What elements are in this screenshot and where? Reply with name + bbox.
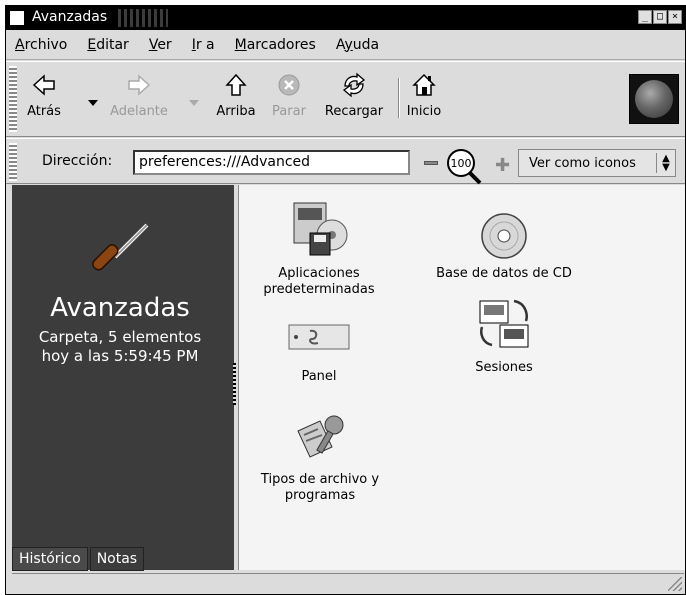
up-button[interactable]: Arriba <box>211 68 261 119</box>
location-bar: Dirección: preferences:///Advanced 100 ✚… <box>6 138 685 186</box>
icon-view: Aplicaciones predeterminadas Base de dat… <box>238 185 685 570</box>
default-applications-icon <box>249 197 389 261</box>
sidebar-info-line2: hoy a las 5:59:45 PM <box>41 347 199 365</box>
zoom-out-icon[interactable] <box>424 161 438 165</box>
menu-bar: Archivo Editar Ver Ir a Marcadores Ayuda <box>6 30 685 60</box>
menu-ir-a[interactable]: Ir a <box>189 35 218 55</box>
menu-ver[interactable]: Ver <box>146 35 175 55</box>
toolbar-separator <box>398 78 400 118</box>
maximize-icon[interactable]: □ <box>653 10 667 24</box>
file-item[interactable]: Aplicaciones predeterminadas <box>249 197 389 298</box>
stop-icon <box>266 68 312 102</box>
file-item[interactable]: Sesiones <box>454 291 554 376</box>
menu-marcadores[interactable]: Marcadores <box>232 35 319 55</box>
file-label-line1: Aplicaciones <box>278 266 360 281</box>
zoom-level-value: 100 <box>451 157 472 170</box>
sidebar-title: Avanzadas <box>50 293 190 323</box>
location-label: Dirección: <box>42 153 113 169</box>
screwdriver-icon <box>92 223 149 271</box>
zoom-in-icon[interactable]: ✚ <box>495 155 510 176</box>
file-label-line1: Tipos de archivo y <box>260 472 380 487</box>
sidebar: Avanzadas Carpeta, 5 elementos hoy a las… <box>12 185 234 570</box>
minimize-icon[interactable]: _ <box>638 10 652 24</box>
forward-arrow-icon <box>106 68 172 102</box>
home-button[interactable]: Inicio <box>404 68 444 119</box>
back-history-dropdown-icon[interactable] <box>88 100 98 106</box>
file-label-line1: Panel <box>301 369 337 384</box>
up-label: Arriba <box>216 104 256 119</box>
file-label-line2: programas <box>284 488 356 503</box>
toolbar: Atrás Adelante Arriba Parar Recargar Ini… <box>6 61 685 137</box>
toolbar-grip[interactable] <box>9 66 17 132</box>
file-item[interactable]: Tipos de archivo y programas <box>247 403 393 504</box>
sidebar-info-line1: Carpeta, 5 elementos <box>38 328 202 346</box>
forward-label: Adelante <box>110 104 168 119</box>
select-arrows-icon: ▲ ▼ <box>662 153 670 173</box>
stop-button[interactable]: Parar <box>266 68 312 119</box>
window-title: Avanzadas <box>32 9 108 25</box>
location-bar-grip[interactable] <box>9 143 17 181</box>
tab-historico[interactable]: Histórico <box>12 547 88 571</box>
up-arrow-icon <box>211 68 261 102</box>
reload-button[interactable]: Recargar <box>318 68 390 119</box>
forward-button[interactable]: Adelante <box>106 68 172 119</box>
view-as-value: Ver como iconos <box>529 155 636 171</box>
back-arrow-icon <box>24 68 64 102</box>
stop-label: Parar <box>272 104 306 119</box>
title-decoration <box>118 9 168 27</box>
zoom-level-icon[interactable]: 100 <box>443 146 483 186</box>
menu-ayuda[interactable]: Ayuda <box>333 35 382 55</box>
sidebar-resize-handle[interactable] <box>233 363 236 405</box>
tab-notas[interactable]: Notas <box>89 547 145 571</box>
back-label: Atrás <box>27 104 61 119</box>
panel-icon <box>269 291 369 355</box>
cd-database-icon <box>419 197 589 261</box>
status-bar <box>12 573 684 593</box>
window-menu-icon[interactable] <box>10 11 24 25</box>
menu-archivo[interactable]: Archivo <box>12 35 70 55</box>
home-icon <box>404 68 444 102</box>
reload-icon <box>318 68 390 102</box>
location-input[interactable]: preferences:///Advanced <box>133 150 410 175</box>
file-label-line1: Sesiones <box>475 360 533 375</box>
file-item[interactable]: Panel <box>269 291 369 385</box>
file-types-programs-icon <box>247 403 393 467</box>
window-resize-grip[interactable] <box>668 577 682 591</box>
title-bar[interactable]: Avanzadas _ □ × <box>6 6 685 30</box>
back-button[interactable]: Atrás <box>24 68 64 119</box>
forward-history-dropdown-icon[interactable] <box>189 100 199 106</box>
home-label: Inicio <box>406 104 442 119</box>
reload-label: Recargar <box>324 104 384 119</box>
close-icon[interactable]: × <box>668 10 682 24</box>
menu-editar[interactable]: Editar <box>84 35 131 55</box>
file-manager-window: Avanzadas _ □ × Archivo Editar Ver Ir a … <box>5 5 686 595</box>
file-item[interactable]: Base de datos de CD <box>419 197 589 282</box>
sidebar-tabs: Histórico Notas <box>12 547 146 571</box>
view-as-select[interactable]: Ver como iconos ▲ ▼ <box>518 149 676 177</box>
window-controls: _ □ × <box>638 10 682 24</box>
throbber-icon <box>629 74 679 124</box>
sessions-icon <box>454 291 554 355</box>
file-label-line1: Base de datos de CD <box>436 266 572 281</box>
